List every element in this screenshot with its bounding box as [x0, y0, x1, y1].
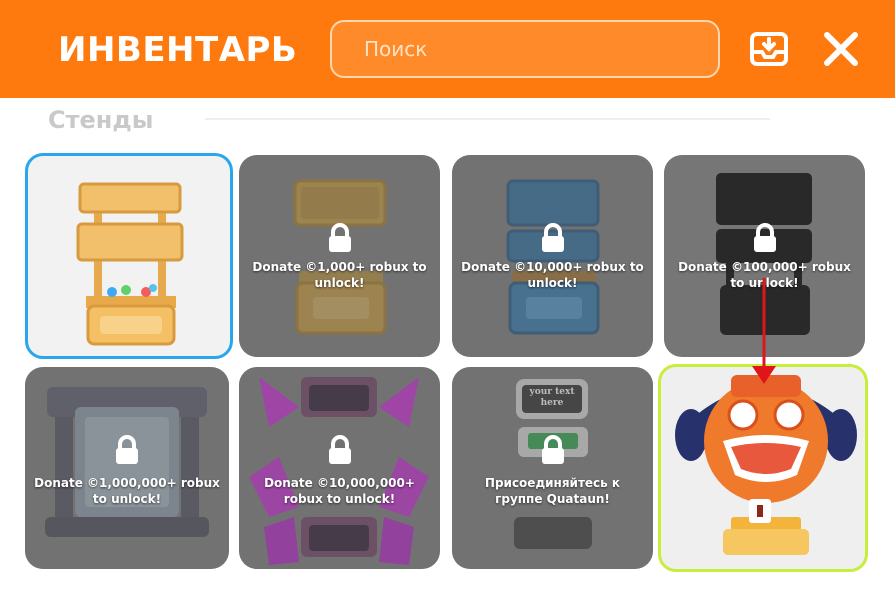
lock-icon [540, 435, 566, 469]
lock-icon [327, 223, 353, 257]
unlock-requirement: Donate ©10,000,000+ robux to unlock! [264, 476, 415, 506]
unlock-requirement: Присоединяйтесь к группе Quataun! [484, 476, 621, 506]
headphones-mascot-image [675, 375, 857, 555]
stand-card-purple[interactable]: Donate ©10,000,000+ robux to unlock! [239, 367, 440, 569]
lock-icon [327, 435, 353, 469]
stand-card-blue[interactable]: Donate ©10,000+ robux to unlock! [452, 155, 653, 357]
lock-icon [114, 435, 140, 469]
stands-grid: Donate ©1,000+ robux to unlock! Donate ©… [0, 0, 895, 600]
stand-card-black[interactable]: Donate ©100,000+ robux to unlock! [664, 155, 865, 357]
unlock-requirement: Donate ©1,000+ robux to unlock! [252, 260, 427, 290]
stand-card-screen[interactable]: your text here Присоединяйтесь к группе … [452, 367, 653, 569]
lock-icon [540, 223, 566, 257]
wooden-stand-image [76, 182, 184, 346]
unlock-requirement: Donate ©1,000,000+ robux to unlock! [34, 476, 220, 506]
lock-icon [752, 223, 778, 257]
stand-card-gold[interactable]: Donate ©1,000+ robux to unlock! [239, 155, 440, 357]
stand-card-wooden[interactable] [25, 153, 233, 359]
unlock-requirement: Donate ©100,000+ robux to unlock! [678, 260, 851, 290]
stand-card-stone[interactable]: Donate ©1,000,000+ robux to unlock! [25, 367, 229, 569]
stand-card-headphones[interactable] [658, 364, 868, 572]
unlock-requirement: Donate ©10,000+ robux to unlock! [461, 260, 644, 290]
